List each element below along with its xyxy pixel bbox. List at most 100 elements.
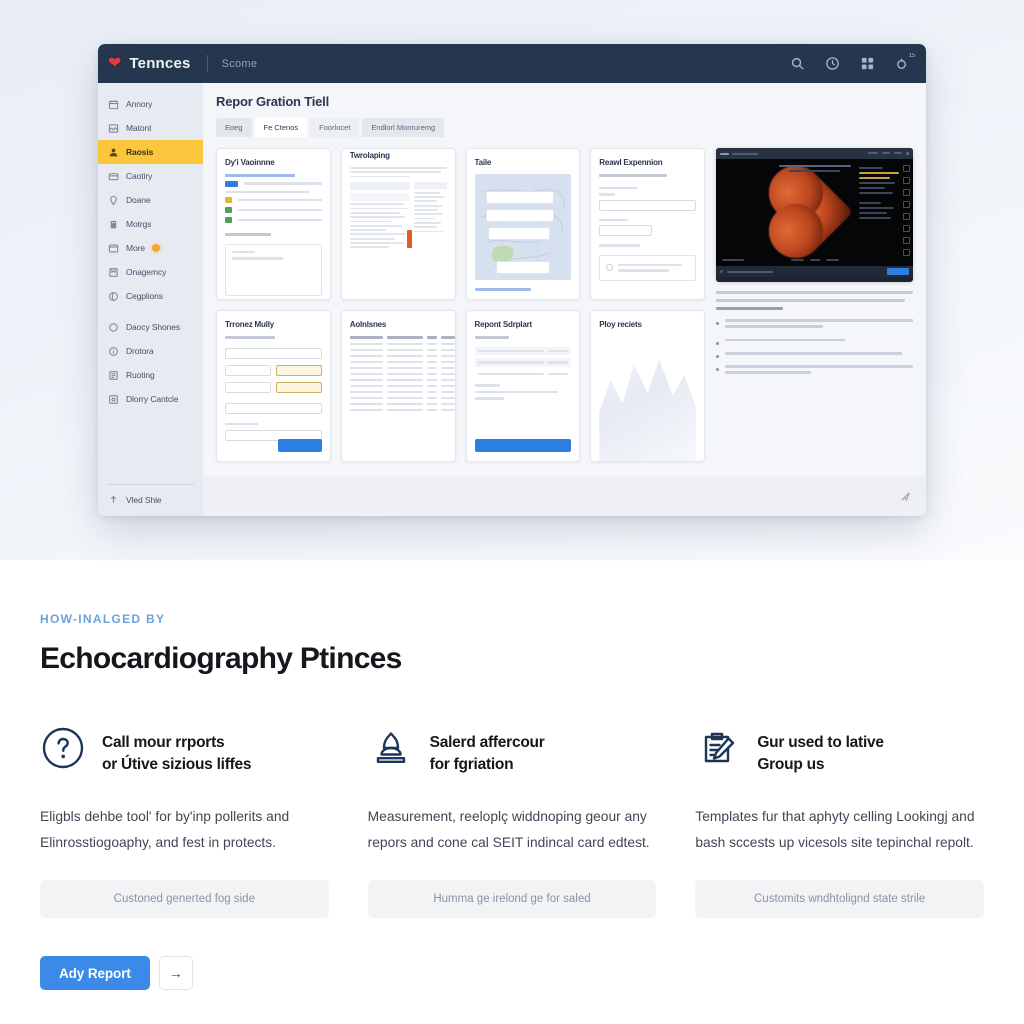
tool-icon[interactable] (903, 213, 910, 220)
sidebar-item-daocy-shones[interactable]: Daocy Shones (98, 315, 203, 339)
highlight-marker (406, 230, 412, 249)
form-input-highlighted[interactable] (275, 381, 322, 393)
card-primary-button[interactable] (474, 439, 572, 452)
viewer-controls[interactable] (790, 259, 839, 261)
sidebar-item-onagemcy[interactable]: Onagemcy (98, 260, 203, 284)
feature-pill-2[interactable]: Humma ge irelond ge for saled (367, 880, 657, 919)
viewer-action[interactable] (894, 152, 902, 154)
form-input[interactable] (225, 364, 271, 376)
table-row[interactable] (349, 348, 455, 351)
map-preview[interactable] (474, 174, 572, 280)
sidebar-item-matont[interactable]: Matont (98, 116, 203, 140)
feature-pill-3[interactable]: Customits wndhtolignd state strile (695, 880, 984, 919)
viewer-action[interactable] (868, 152, 878, 154)
sidebar-item-annory[interactable]: Annory (98, 92, 203, 116)
arrow-right-icon[interactable]: → (158, 956, 193, 991)
brand[interactable]: ❤ Tennces (108, 55, 191, 72)
person-icon (108, 147, 119, 158)
table-row[interactable] (349, 408, 455, 411)
sidebar-item-cegplions[interactable]: Cegplions (98, 284, 203, 308)
tool-icon[interactable] (903, 237, 910, 244)
feature-pill-1[interactable]: Custoned generted fog side (40, 880, 329, 919)
table-row[interactable] (349, 354, 455, 357)
sidebar-label: Drotora (126, 346, 154, 356)
card-submit-button[interactable] (277, 439, 322, 452)
form-input[interactable] (225, 381, 271, 393)
legend-chip (225, 197, 232, 203)
tab-foorlocet[interactable]: Foorlocet (310, 118, 360, 137)
viewer-footer (716, 266, 913, 277)
echo-image-viewer[interactable] (716, 148, 913, 282)
receipt-row (474, 358, 572, 367)
tool-icon[interactable] (903, 201, 910, 208)
tool-icon[interactable] (903, 189, 910, 196)
cta-row: Ady Report → (40, 956, 984, 991)
sidebar-label: Annory (126, 99, 153, 109)
card-line (244, 182, 322, 185)
sidebar-label: Motrgs (126, 219, 152, 229)
card-aolnlsnes[interactable]: Aolnlsnes (340, 310, 456, 462)
table-row[interactable] (349, 342, 455, 345)
upload-icon (108, 494, 119, 505)
topbar-icon-group: 15 (790, 53, 915, 71)
form-input[interactable] (599, 225, 653, 236)
sidebar-item-ruoting[interactable]: Ruoting (98, 363, 203, 387)
sidebar-footer-item[interactable]: Vled Shle (108, 484, 194, 516)
card-twrolaping[interactable]: Twrolaping (340, 148, 456, 300)
card-title: Dy'i Vaoinnne (225, 158, 275, 167)
sidebar-item-drotora[interactable]: Drotora (98, 339, 203, 363)
card-trronez-mully[interactable]: Trronez Mully (216, 310, 331, 462)
card-taile[interactable]: Taile (465, 148, 581, 300)
tab-endlorl-monruremg[interactable]: Endlorl Monruremg (362, 118, 445, 137)
tab-fe-ctenos[interactable]: Fe Ctenos (254, 118, 308, 137)
viewer-tool-rail[interactable] (903, 165, 910, 256)
card-ploy-reciets[interactable]: Ploy reciets (590, 310, 705, 462)
sidebar-item-caotiry[interactable]: Caotiry (98, 164, 203, 188)
table-row[interactable] (349, 390, 455, 393)
card-repont-sdrplart[interactable]: Repont Sdrplart (465, 310, 581, 462)
tool-icon[interactable] (903, 225, 910, 232)
viewer-primary-button[interactable] (887, 268, 909, 275)
table-row[interactable] (349, 360, 455, 363)
table-row[interactable] (349, 384, 455, 387)
feature-title: Call mour rrports or Útive sizious liffe… (102, 734, 252, 773)
ady-report-button[interactable]: Ady Report (40, 956, 150, 991)
table-row[interactable] (349, 402, 455, 405)
field-label-line (599, 218, 629, 221)
sidebar-item-dlorry-cantcle[interactable]: Dlorry Cantcle (98, 387, 203, 411)
tool-icon[interactable] (903, 249, 910, 256)
form-input[interactable] (225, 402, 322, 414)
sidebar-item-more[interactable]: More (98, 236, 203, 260)
heart-icon: ❤ (108, 54, 122, 72)
sidebar-item-doane[interactable]: Doane (98, 188, 203, 212)
card-subheading-line (225, 336, 276, 339)
card-subheading-line (474, 336, 510, 339)
sidebar-item-raosis[interactable]: Raosis (98, 140, 203, 164)
feature-header: Gur used to lative Group us (695, 729, 984, 776)
send-icon[interactable] (899, 490, 912, 503)
form-input-highlighted[interactable] (275, 364, 322, 376)
card-dy-vaoinnne[interactable]: Dy'i Vaoinnne (216, 148, 331, 300)
card-legend-row (225, 197, 322, 203)
table-row[interactable] (349, 396, 455, 399)
legend-chip (225, 180, 238, 187)
tool-icon[interactable] (903, 177, 910, 184)
radio-option-box[interactable] (599, 254, 696, 281)
table-row[interactable] (349, 366, 455, 369)
notification-bell-icon[interactable]: 15 (895, 53, 915, 71)
table-row[interactable] (349, 372, 455, 375)
sidebar-footer-label: Vled Shle (126, 494, 162, 505)
table-row[interactable] (349, 378, 455, 381)
card-reawl-expennion[interactable]: Reawl Expennion (590, 148, 705, 300)
viewer-close-icon[interactable] (906, 152, 909, 155)
sidebar-label: Dlorry Cantcle (126, 394, 179, 404)
viewer-action[interactable] (882, 152, 890, 154)
sidebar-item-motrgs[interactable]: Motrgs (98, 212, 203, 236)
clock-icon[interactable] (825, 56, 840, 71)
form-input[interactable] (599, 199, 696, 211)
grid-apps-icon[interactable] (860, 56, 875, 71)
tool-icon[interactable] (903, 165, 910, 172)
form-input[interactable] (225, 347, 322, 359)
tab-eoeg[interactable]: Eoeg (216, 118, 252, 137)
search-icon[interactable] (790, 56, 805, 71)
